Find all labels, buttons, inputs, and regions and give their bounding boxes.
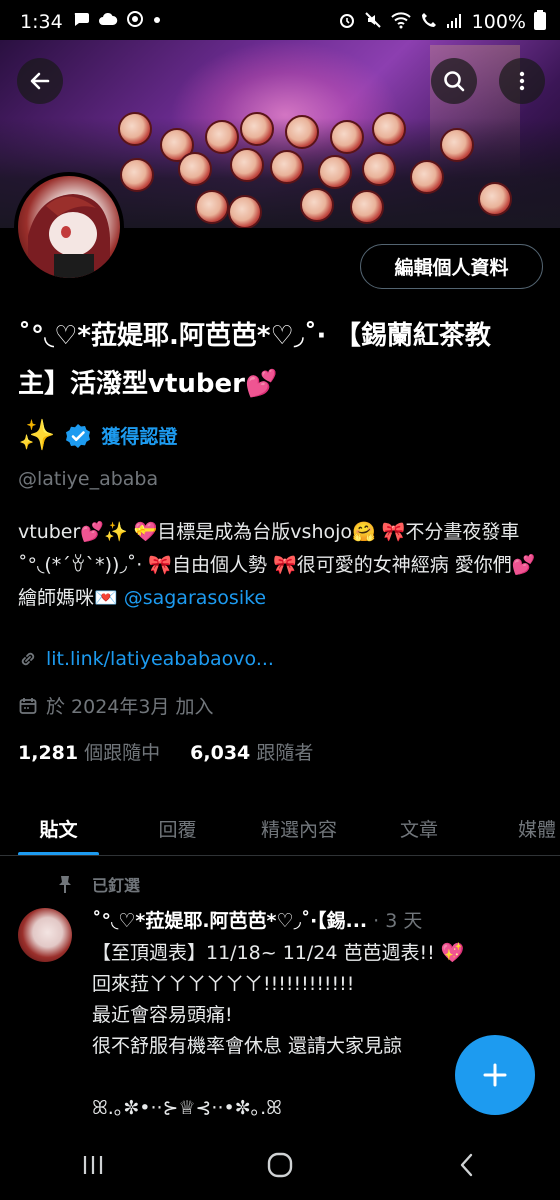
tab-label: 媒體	[517, 818, 556, 841]
tab-label: 精選內容	[260, 818, 337, 841]
tab-replies[interactable]: 回覆	[117, 800, 238, 855]
followers-label: 跟隨者	[256, 742, 314, 764]
search-button[interactable]	[431, 58, 477, 104]
joined-date-text: 於 2024年3月 加入	[46, 696, 214, 718]
compose-post-button[interactable]	[455, 1035, 535, 1115]
face-sticker	[285, 115, 319, 149]
face-sticker	[362, 152, 396, 186]
profile-website-link[interactable]: lit.link/latiyeababaovo...	[46, 648, 274, 670]
face-sticker	[330, 120, 364, 154]
tab-label: 回覆	[158, 818, 197, 841]
alarm-icon	[338, 11, 356, 33]
face-sticker	[350, 190, 384, 224]
face-sticker	[270, 150, 304, 184]
link-icon	[21, 652, 35, 666]
home-button[interactable]	[250, 1140, 310, 1190]
mute-icon	[364, 11, 382, 33]
post-body-text[interactable]: 【至頂週表】11/18~ 11/24 芭芭週表!! 💖 回來菈ㄚㄚㄚㄚㄚㄚ!!!…	[92, 938, 522, 1124]
joined-date-row: 於 2024年3月 加入	[18, 692, 214, 719]
verified-label: 獲得認證	[101, 426, 178, 448]
post-header: ˚°◟♡*菈媞耶.阿芭芭*♡◞˚‧【錫... · 3 天	[92, 906, 540, 933]
face-sticker	[195, 190, 229, 224]
avatar-image	[18, 176, 120, 278]
back-nav-button[interactable]	[437, 1140, 497, 1190]
followers-link[interactable]: 6,034 跟隨者	[190, 738, 313, 765]
following-count: 1,281	[18, 742, 79, 764]
bio-mention-link[interactable]: @sagarasosike	[124, 587, 266, 609]
verified-badge-icon	[66, 423, 91, 448]
pinned-label: 已釘選	[92, 876, 141, 895]
status-time: 1:34	[20, 11, 63, 33]
dot-icon	[152, 10, 162, 33]
status-right-icons: 100%	[338, 10, 546, 34]
tab-articles[interactable]: 文章	[360, 800, 478, 855]
tab-label: 貼文	[39, 818, 78, 841]
target-icon	[126, 10, 144, 33]
sparkle-emoji: ✨	[18, 418, 56, 453]
chat-bubble-icon	[72, 10, 90, 33]
verified-row[interactable]: ✨ 獲得認證	[18, 418, 177, 453]
following-link[interactable]: 1,281 個跟隨中	[18, 738, 160, 765]
more-vertical-icon	[519, 71, 525, 91]
post-author-avatar[interactable]	[18, 908, 72, 962]
face-sticker	[120, 158, 154, 192]
pin-icon	[59, 876, 71, 893]
bio-text: vtuber💕✨ 💝目標是成為台版vshojo🤗 🎀不分晝夜發車˚°◟(*´ꈊ`…	[18, 521, 536, 609]
profile-avatar[interactable]	[14, 172, 124, 282]
face-sticker	[300, 188, 334, 222]
recent-apps-icon	[84, 1156, 103, 1174]
face-sticker	[440, 128, 474, 162]
face-sticker	[410, 160, 444, 194]
profile-link-row[interactable]: lit.link/latiyeababaovo...	[18, 648, 274, 670]
cloud-icon	[98, 10, 118, 33]
post-timestamp: · 3 天	[367, 910, 423, 932]
search-icon	[444, 71, 465, 92]
face-sticker	[178, 152, 212, 186]
profile-bio: vtuber💕✨ 💝目標是成為台版vshojo🤗 🎀不分晝夜發車˚°◟(*´ꈊ`…	[18, 516, 538, 615]
status-left-icons	[72, 10, 162, 33]
signal-icon	[446, 11, 464, 33]
follow-stats: 1,281 個跟隨中 6,034 跟隨者	[18, 738, 313, 765]
tab-posts[interactable]: 貼文	[0, 800, 117, 855]
face-sticker	[478, 182, 512, 216]
face-sticker	[318, 155, 352, 189]
recent-apps-button[interactable]	[63, 1140, 123, 1190]
tab-highlights[interactable]: 精選內容	[238, 800, 360, 855]
more-options-button[interactable]	[499, 58, 545, 104]
face-sticker	[118, 112, 152, 146]
post-author-name[interactable]: ˚°◟♡*菈媞耶.阿芭芭*♡◞˚‧【錫...	[92, 910, 367, 932]
home-circle-icon	[267, 1152, 293, 1178]
pinned-indicator: 已釘選	[56, 872, 140, 896]
chevron-left-icon	[460, 1153, 472, 1177]
face-sticker	[228, 195, 262, 228]
profile-handle: @latiye_ababa	[18, 468, 159, 490]
edit-profile-button[interactable]: 編輯個人資料	[360, 244, 543, 289]
arrow-left-icon	[30, 72, 50, 90]
status-bar: 1:34 100%	[0, 0, 560, 44]
face-sticker	[240, 112, 274, 146]
tab-media[interactable]: 媒體	[478, 800, 560, 855]
calendar-icon	[19, 697, 37, 714]
battery-level: 100%	[471, 11, 526, 33]
tab-label: 文章	[399, 818, 438, 841]
call-icon	[420, 11, 438, 33]
back-button[interactable]	[17, 58, 63, 104]
battery-icon	[534, 10, 546, 34]
face-sticker	[205, 120, 239, 154]
followers-count: 6,034	[190, 742, 251, 764]
profile-display-name: ˚°◟♡*菈媞耶.阿芭芭*♡◞˚‧ 【錫蘭紅茶教主】活潑型vtuber💕	[18, 321, 491, 399]
wifi-icon	[390, 11, 412, 33]
following-label: 個跟隨中	[84, 742, 161, 764]
plus-icon	[483, 1063, 507, 1087]
face-sticker	[372, 112, 406, 146]
android-navigation-bar	[0, 1130, 560, 1200]
face-sticker	[230, 148, 264, 182]
profile-tabs: 貼文 回覆 精選內容 文章 媒體	[0, 800, 560, 856]
